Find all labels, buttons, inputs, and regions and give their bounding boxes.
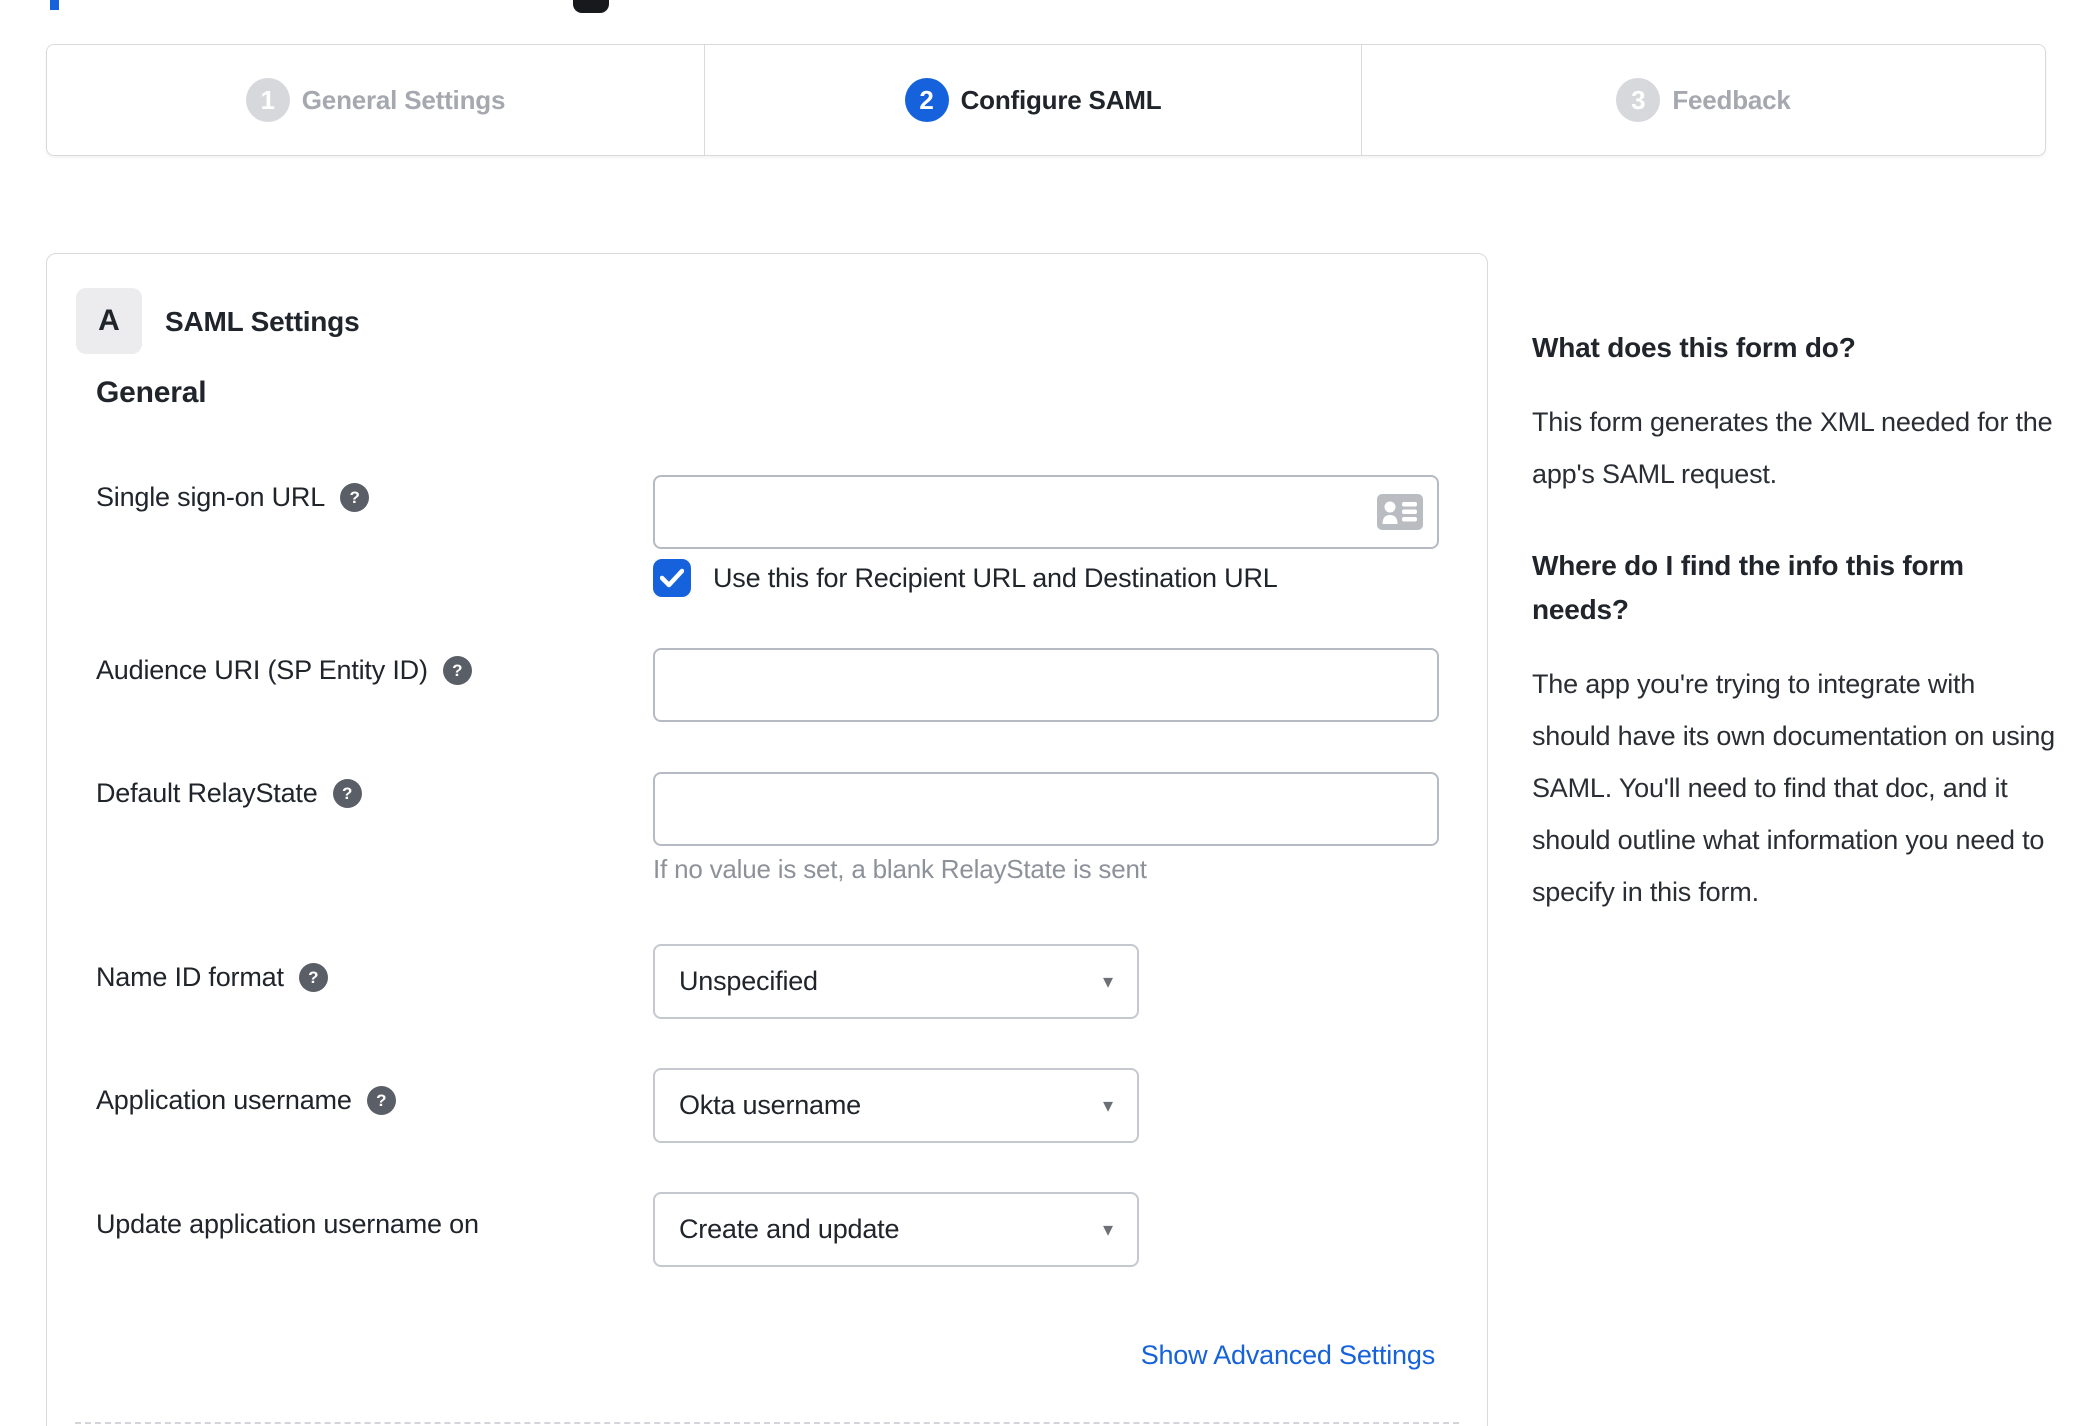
name-id-format-dropdown[interactable]: Unspecified ▾: [653, 944, 1139, 1019]
show-advanced-settings-link[interactable]: Show Advanced Settings: [653, 1340, 1436, 1371]
step-1-circle: 1: [245, 78, 290, 122]
help-icon[interactable]: ?: [340, 483, 370, 512]
saml-settings-panel: A SAML Settings General Single sign-on U…: [46, 253, 1488, 1426]
help-heading-where: Where do I find the info this form needs…: [1532, 550, 1964, 625]
help-section-what: What does this form do? This form genera…: [1532, 326, 2056, 500]
sso-url-label-text: Single sign-on URL: [96, 482, 326, 512]
sso-url-input[interactable]: [653, 475, 1439, 549]
relaystate-helper-text: If no value is set, a blank RelayState i…: [653, 854, 1147, 884]
default-relaystate-label: Default RelayState ?: [96, 778, 362, 809]
update-app-username-label-text: Update application username on: [96, 1209, 479, 1239]
checkmark-icon: [660, 568, 684, 588]
recipient-url-checkbox-row: Use this for Recipient URL and Destinati…: [653, 559, 1278, 597]
sso-url-input-wrap: [653, 475, 1439, 549]
contact-card-icon: [1377, 494, 1423, 530]
update-app-username-label: Update application username on: [96, 1209, 479, 1240]
name-id-format-label-text: Name ID format: [96, 962, 284, 992]
general-section-title: General: [96, 376, 207, 409]
help-icon[interactable]: ?: [298, 963, 328, 992]
step-configure-saml[interactable]: 2 Configure SAML: [704, 45, 1362, 155]
default-relaystate-label-text: Default RelayState: [96, 778, 318, 808]
default-relaystate-input[interactable]: [653, 772, 1439, 846]
page: 1 General Settings 2 Configure SAML 3 Fe…: [0, 0, 2092, 1426]
application-username-label: Application username ?: [96, 1085, 396, 1116]
section-divider: [75, 1422, 1459, 1424]
help-heading-what: What does this form do?: [1532, 332, 1856, 363]
audience-uri-input[interactable]: [653, 648, 1439, 722]
help-icon[interactable]: ?: [332, 779, 362, 808]
application-username-dropdown[interactable]: Okta username ▾: [653, 1068, 1139, 1143]
help-sidebar: What does this form do? This form genera…: [1532, 326, 2056, 918]
step-feedback[interactable]: 3 Feedback: [1362, 45, 2045, 155]
step-1-label: General Settings: [301, 84, 506, 115]
audience-uri-label: Audience URI (SP Entity ID) ?: [96, 655, 472, 686]
recipient-url-checkbox[interactable]: [653, 559, 691, 597]
help-body-what: This form generates the XML needed for t…: [1532, 407, 2053, 489]
clipped-icon-fragment: [573, 0, 609, 13]
application-username-label-text: Application username: [96, 1085, 352, 1115]
application-username-value: Okta username: [679, 1090, 861, 1120]
audience-uri-label-text: Audience URI (SP Entity ID): [96, 655, 428, 685]
sso-url-label: Single sign-on URL ?: [96, 482, 370, 513]
wizard-stepper: 1 General Settings 2 Configure SAML 3 Fe…: [46, 44, 2046, 156]
help-icon[interactable]: ?: [366, 1086, 396, 1115]
step-general-settings[interactable]: 1 General Settings: [47, 45, 704, 155]
name-id-format-label: Name ID format ?: [96, 962, 328, 993]
caret-down-icon: ▾: [1102, 971, 1113, 993]
name-id-format-value: Unspecified: [679, 966, 818, 996]
step-2-circle: 2: [904, 78, 949, 122]
recipient-url-checkbox-label: Use this for Recipient URL and Destinati…: [713, 562, 1278, 593]
update-app-username-value: Create and update: [679, 1214, 900, 1244]
caret-down-icon: ▾: [1102, 1095, 1113, 1117]
step-2-label: Configure SAML: [960, 84, 1162, 115]
help-section-where: Where do I find the info this form needs…: [1532, 544, 2056, 918]
panel-title: SAML Settings: [165, 306, 360, 337]
section-a-badge: A: [76, 288, 142, 354]
help-icon[interactable]: ?: [442, 656, 472, 685]
help-body-where: The app you're trying to integrate with …: [1532, 669, 2055, 907]
clipped-link-fragment: [50, 0, 59, 10]
update-app-username-dropdown[interactable]: Create and update ▾: [653, 1192, 1139, 1267]
caret-down-icon: ▾: [1102, 1219, 1113, 1241]
step-3-label: Feedback: [1672, 84, 1791, 115]
step-3-circle: 3: [1616, 78, 1661, 122]
